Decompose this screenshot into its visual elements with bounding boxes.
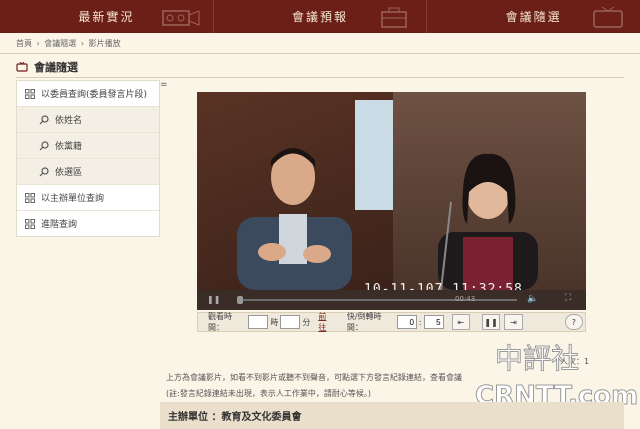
minute-input[interactable] <box>280 315 301 329</box>
breadcrumb-on-demand[interactable]: 會議隨選 <box>44 39 76 48</box>
search-icon <box>39 166 49 176</box>
tv-icon <box>593 6 623 28</box>
watermark-line1: 中評社 <box>495 342 579 375</box>
page-title: 會議隨選 <box>34 61 78 74</box>
sidebar-item-by-name[interactable]: 依姓名 <box>17 107 159 133</box>
sidebar-item-label: 以委員查詢(委員發言片段) <box>41 90 148 100</box>
grid-icon <box>25 192 35 203</box>
rewind-button[interactable]: ⇤ <box>451 314 470 330</box>
top-navigation: 最新實況 會議預報 會議隨選 <box>0 0 640 33</box>
seek-label: 快/倒轉時間： <box>346 312 382 332</box>
speaker-man-image <box>237 148 352 290</box>
background-screen <box>355 100 393 210</box>
tab-forecast[interactable]: 會議預報 <box>214 0 428 33</box>
forward-button[interactable]: ⇥ <box>504 314 523 330</box>
sidebar-item-label: 依姓名 <box>55 116 83 126</box>
video-time-counter: 00:43 <box>455 295 476 303</box>
sidebar-item-by-party[interactable]: 依黨籍 <box>17 133 159 159</box>
tab-live-label: 最新實況 <box>78 10 135 24</box>
video-player[interactable]: 10-11-107 11:32:58 ❚❚ 00:43 🔈 ⛶ <box>197 92 586 310</box>
breadcrumb: 首頁 › 會議隨選 › 影片播放 <box>16 38 123 49</box>
sidebar: 以委員查詢(委員發言片段) 依姓名 依黨籍 依選區 以主辦單位查詢 進階查詢 <box>16 80 160 237</box>
tv-icon <box>16 62 28 72</box>
sidebar-item-label: 進階查詢 <box>41 220 78 230</box>
breadcrumb-separator: › <box>36 39 40 48</box>
watch-time-label: 觀看時間： <box>208 312 232 332</box>
grid-icon <box>25 88 35 99</box>
seek-step-input[interactable] <box>423 315 444 329</box>
sidebar-item-by-host[interactable]: 以主辦單位查詢 <box>17 185 159 211</box>
volume-icon[interactable]: 🔈 <box>527 294 538 304</box>
video-camera-icon <box>161 10 200 26</box>
hour-input[interactable] <box>248 315 269 329</box>
separator-mark: = <box>160 80 168 90</box>
grid-icon <box>25 218 35 229</box>
tab-on-demand-label: 會議隨選 <box>505 10 562 24</box>
sidebar-item-label: 依選區 <box>55 168 83 178</box>
help-button[interactable]: ? <box>564 314 583 330</box>
sidebar-item-label: 以主辦單位查詢 <box>41 194 105 204</box>
breadcrumb-current: 影片播放 <box>88 39 121 48</box>
tab-on-demand[interactable]: 會議隨選 <box>427 0 640 33</box>
sidebar-item-by-member[interactable]: 以委員查詢(委員發言片段) <box>17 81 159 107</box>
playback-controls: 觀看時間： 時 分 前往 快/倒轉時間： : ⇤ ❚❚ ⇥ ? <box>197 312 586 332</box>
breadcrumb-separator: › <box>80 39 85 48</box>
sidebar-item-by-district[interactable]: 依選區 <box>17 159 159 185</box>
host-label: 主辦單位 ：教育及文化委員會 <box>168 412 302 423</box>
video-control-bar: ❚❚ 00:43 🔈 ⛶ <box>197 290 586 310</box>
seek-value-input[interactable] <box>396 315 417 329</box>
tab-live[interactable]: 最新實況 <box>0 0 214 33</box>
sidebar-item-label: 依黨籍 <box>55 142 83 152</box>
pause-button[interactable]: ❚❚ <box>481 314 501 330</box>
video-progress-handle[interactable] <box>237 296 243 304</box>
goto-link[interactable]: 前往 <box>318 311 333 333</box>
host-bar: 主辦單位 ：教育及文化委員會 <box>160 402 624 429</box>
video-note: (註:發言紀錄連結未出現，表示人工作業中，請耐心等候。) <box>166 389 371 398</box>
briefcase-icon <box>381 7 408 28</box>
play-icon[interactable]: ❚❚ <box>207 295 220 304</box>
section-header: 會議隨選 <box>16 57 624 78</box>
hour-unit: 時 <box>270 317 279 327</box>
tab-forecast-label: 會議預報 <box>292 10 349 24</box>
search-icon <box>39 114 49 124</box>
speaker-woman-image <box>438 153 538 290</box>
search-icon <box>39 140 49 150</box>
colon-separator: : <box>418 317 422 327</box>
fullscreen-icon[interactable]: ⛶ <box>565 293 571 303</box>
breadcrumb-home[interactable]: 首頁 <box>16 39 32 48</box>
minute-unit: 分 <box>302 317 311 327</box>
sidebar-item-advanced[interactable]: 進階查詢 <box>17 211 159 236</box>
